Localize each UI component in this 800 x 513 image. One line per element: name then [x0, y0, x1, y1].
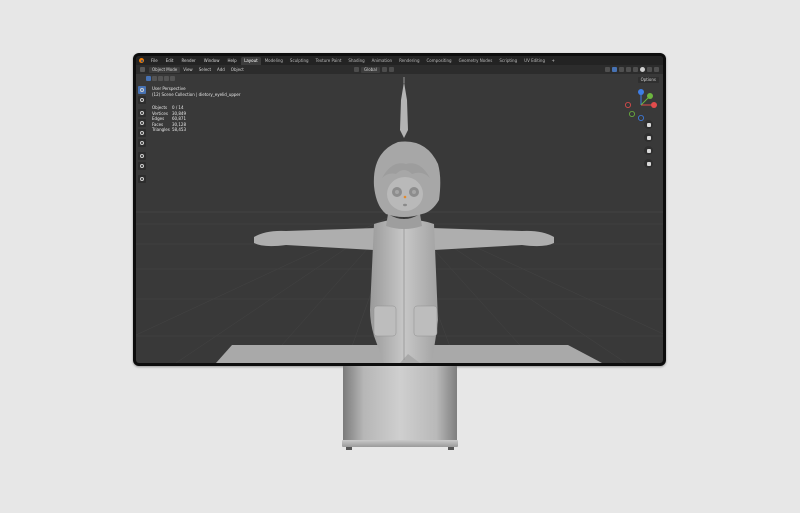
- character-model: [254, 77, 554, 363]
- z-axis-handle[interactable]: [638, 89, 644, 95]
- annotate-tool-icon[interactable]: [138, 152, 146, 160]
- tab-sculpting[interactable]: Sculpting: [286, 57, 312, 65]
- measure-tool-icon[interactable]: [138, 162, 146, 170]
- select-box-icon[interactable]: [146, 76, 151, 81]
- left-pocket: [373, 305, 397, 337]
- overlay-icon[interactable]: [619, 66, 624, 72]
- camera-view-icon[interactable]: [644, 146, 653, 155]
- zoom-icon[interactable]: [644, 120, 653, 129]
- tool-shelf: [138, 86, 146, 183]
- menu-edit[interactable]: Edit: [162, 58, 178, 63]
- menu-select[interactable]: Select: [196, 67, 214, 72]
- monitor-frame: File Edit Render Window Help Layout Mode…: [133, 53, 666, 366]
- wireframe-shading-icon[interactable]: [633, 66, 638, 72]
- menu-add[interactable]: Add: [214, 67, 228, 72]
- tab-rendering[interactable]: Rendering: [396, 57, 423, 65]
- collection-name: (12) Scene Collection | dietory_eyelid_u…: [152, 91, 241, 97]
- snap-icon[interactable]: [381, 67, 387, 72]
- blender-window: File Edit Render Window Help Layout Mode…: [136, 56, 663, 363]
- navigation-gizmo[interactable]: [624, 88, 658, 122]
- top-menu-bar: File Edit Render Window Help Layout Mode…: [136, 56, 663, 65]
- viewport-canvas[interactable]: [136, 74, 663, 363]
- menu-render[interactable]: Render: [177, 58, 199, 63]
- scene-statistics: Objects 0 / 14 Vertices 30,849 Edges 60,871…: [152, 105, 186, 133]
- menu-window[interactable]: Window: [200, 58, 224, 63]
- viewport-navigation: [644, 120, 653, 168]
- right-pocket: [413, 305, 438, 337]
- right-arm: [432, 228, 554, 250]
- blender-logo-icon[interactable]: [139, 58, 144, 63]
- monitor-stand: [343, 366, 457, 440]
- scale-tool-icon[interactable]: [138, 129, 146, 137]
- options-button[interactable]: Options: [637, 77, 659, 83]
- tab-uv-editing[interactable]: UV Editing: [521, 57, 549, 65]
- origin-point: [403, 195, 407, 199]
- mode-select[interactable]: Object Mode: [149, 66, 181, 73]
- x-axis-handle[interactable]: [651, 102, 657, 108]
- rotate-tool-icon[interactable]: [138, 119, 146, 127]
- select-tool-icon[interactable]: [138, 86, 146, 94]
- orientation-select[interactable]: Global: [361, 66, 380, 73]
- add-cube-tool-icon[interactable]: [138, 175, 146, 183]
- move-tool-icon[interactable]: [138, 109, 146, 117]
- tab-compositing[interactable]: Compositing: [423, 57, 455, 65]
- cursor-tool-icon[interactable]: [138, 96, 146, 104]
- menu-view[interactable]: View: [180, 67, 196, 72]
- add-workspace-button[interactable]: +: [549, 58, 558, 63]
- select-mode-buttons: [146, 76, 175, 81]
- editor-type-icon[interactable]: [140, 67, 145, 72]
- character-antenna: [400, 82, 408, 138]
- xray-icon[interactable]: [626, 66, 631, 72]
- stand-foot: [346, 447, 352, 450]
- left-arm: [254, 228, 376, 250]
- y-axis-handle[interactable]: [647, 93, 653, 99]
- gizmo-toggle-icon[interactable]: [612, 66, 617, 72]
- transform-controls: Global: [354, 66, 394, 73]
- menu-file[interactable]: File: [147, 58, 162, 63]
- material-shading-icon[interactable]: [647, 66, 652, 72]
- tab-texture-paint[interactable]: Texture Paint: [312, 57, 345, 65]
- pivot-point-icon[interactable]: [354, 67, 359, 72]
- tab-layout[interactable]: Layout: [240, 56, 262, 65]
- solid-shading-icon[interactable]: [640, 66, 645, 72]
- select-invert-icon[interactable]: [164, 76, 169, 81]
- monitor-stand-base: [342, 440, 458, 447]
- stat-row: Triangles 58,453: [152, 127, 186, 132]
- tab-geometry-nodes[interactable]: Geometry Nodes: [455, 57, 496, 65]
- tab-scripting[interactable]: Scripting: [496, 57, 521, 65]
- select-intersect-icon[interactable]: [170, 76, 175, 81]
- viewport-header: Object Mode View Select Add Object Globa…: [136, 65, 663, 74]
- menu-object[interactable]: Object: [228, 67, 247, 72]
- perspective-toggle-icon[interactable]: [644, 159, 653, 168]
- tab-shading[interactable]: Shading: [345, 57, 368, 65]
- select-subtract-icon[interactable]: [158, 76, 163, 81]
- rendered-shading-icon[interactable]: [654, 66, 659, 72]
- pan-hand-icon[interactable]: [644, 133, 653, 142]
- tab-modeling[interactable]: Modeling: [261, 57, 286, 65]
- stand-foot: [448, 447, 454, 450]
- proportional-edit-icon[interactable]: [388, 67, 394, 72]
- menu-help[interactable]: Help: [223, 58, 240, 63]
- tab-animation[interactable]: Animation: [368, 57, 395, 65]
- select-extend-icon[interactable]: [152, 76, 157, 81]
- viewport-info: User Perspective (12) Scene Collection |…: [152, 86, 241, 97]
- transform-tool-icon[interactable]: [138, 139, 146, 147]
- shading-controls: [605, 66, 659, 72]
- visibility-icon[interactable]: [605, 66, 610, 72]
